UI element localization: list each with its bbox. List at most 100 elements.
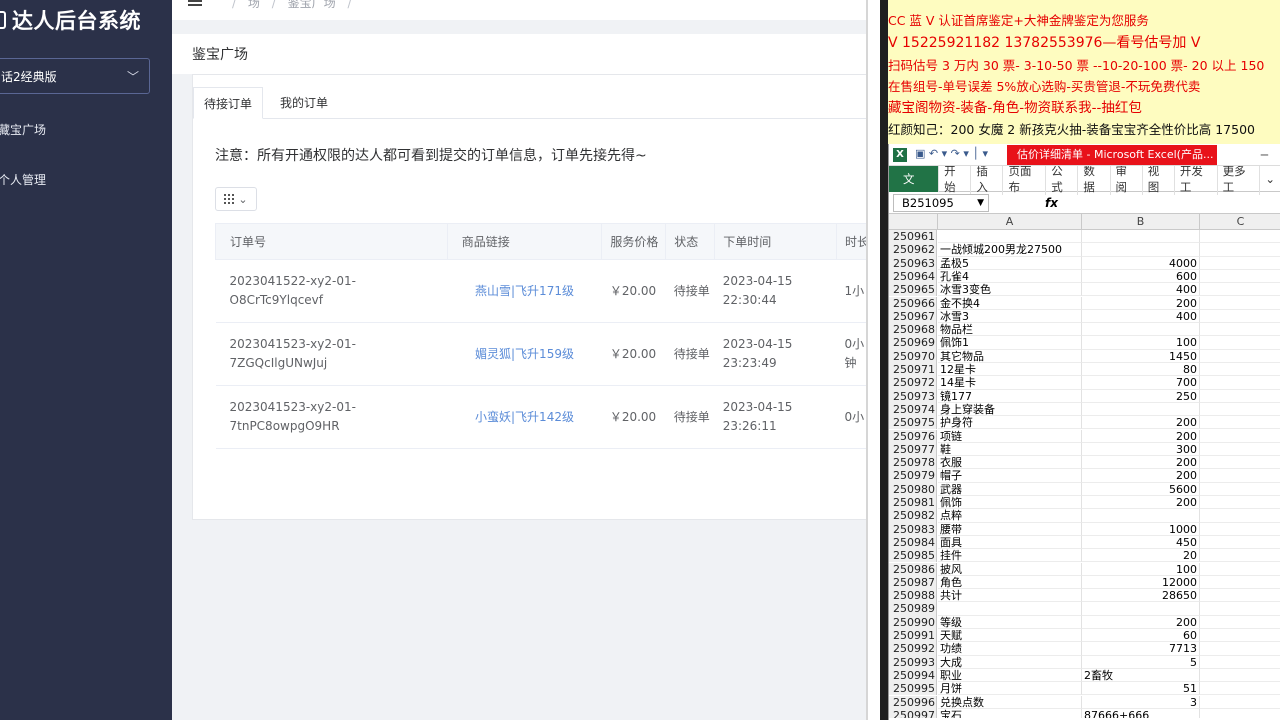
cell-b[interactable] (1082, 402, 1200, 417)
cell-c[interactable] (1200, 230, 1280, 244)
row-number[interactable]: 250973 (889, 389, 937, 403)
cell-c[interactable] (1200, 483, 1280, 496)
cell-c[interactable] (1200, 363, 1280, 377)
cell-c[interactable] (1200, 709, 1280, 718)
cell-c[interactable] (1200, 509, 1280, 523)
cell-a[interactable]: 金不换4 (938, 296, 1082, 310)
cell-c[interactable] (1200, 469, 1280, 483)
cell-a[interactable]: 天赋 (938, 629, 1082, 643)
cell-b[interactable]: 200 (1082, 296, 1200, 310)
cell-a[interactable]: 身上穿装备 (938, 402, 1082, 417)
cell-b[interactable] (1082, 243, 1200, 257)
cell-c[interactable] (1200, 536, 1280, 550)
row-number[interactable]: 250970 (889, 349, 937, 363)
cell-c[interactable] (1200, 297, 1280, 310)
quick-access-toolbar[interactable]: ▣ ↶ ▾ ↷ ▾ │ ▾ (915, 147, 988, 160)
ribbon-tab[interactable]: 更多工 (1218, 162, 1261, 195)
product-link[interactable]: 燕山雪|飞升171级 (447, 259, 602, 323)
cell-a[interactable]: 面具 (938, 535, 1082, 550)
row-number[interactable]: 250996 (889, 695, 937, 709)
row-number[interactable]: 250987 (889, 575, 937, 590)
row-number[interactable]: 250989 (889, 602, 937, 616)
cell-a[interactable]: 共计 (938, 589, 1082, 603)
cell-c[interactable] (1200, 682, 1280, 696)
cell-a[interactable]: 护身符 (938, 416, 1082, 430)
cell-a[interactable]: 项链 (938, 429, 1082, 443)
row-number[interactable]: 250963 (889, 256, 937, 270)
spreadsheet-grid[interactable]: A B C 250961 250962 一战倾城200男龙27500 250963 孟极… (889, 214, 1280, 718)
cell-c[interactable] (1200, 616, 1280, 629)
cell-a[interactable]: 孟极5 (938, 256, 1082, 270)
row-number[interactable]: 250961 (889, 230, 937, 244)
row-number[interactable]: 250972 (889, 376, 937, 390)
row-number[interactable]: 250980 (889, 482, 937, 496)
cell-b[interactable]: 5 (1082, 655, 1200, 669)
cell-c[interactable] (1200, 403, 1280, 417)
cell-b[interactable]: 200 (1082, 469, 1200, 483)
product-link[interactable]: 小蛮妖|飞升142级 (447, 385, 602, 449)
ribbon-tab[interactable]: 开始 (939, 162, 972, 195)
cell-a[interactable]: 其它物品 (938, 349, 1082, 363)
row-number[interactable]: 250981 (889, 496, 937, 510)
column-header-b[interactable]: B (1082, 214, 1200, 230)
row-number[interactable]: 250991 (889, 629, 937, 643)
ribbon-tab[interactable]: 开发工 (1175, 162, 1218, 195)
cell-a[interactable]: 镜177 (938, 389, 1082, 403)
cell-b[interactable]: 2畜牧 (1082, 668, 1200, 683)
tab-pending-orders[interactable]: 待接订单 (193, 87, 263, 119)
tab-my-orders[interactable]: 我的订单 (269, 87, 339, 119)
cell-b[interactable]: 400 (1082, 309, 1200, 324)
column-header-a[interactable]: A (938, 214, 1082, 230)
cell-c[interactable] (1200, 323, 1280, 337)
cell-b[interactable] (1082, 602, 1200, 616)
minimize-icon[interactable]: ─ (1261, 148, 1268, 162)
cell-a[interactable]: 衣服 (938, 456, 1082, 470)
cell-c[interactable] (1200, 336, 1280, 350)
column-header-c[interactable]: C (1200, 214, 1280, 230)
ribbon-tab-file[interactable]: 文件 (889, 165, 940, 212)
cell-c[interactable] (1200, 416, 1280, 430)
row-number[interactable]: 250995 (889, 682, 937, 696)
row-number[interactable]: 250967 (889, 309, 937, 324)
cell-c[interactable] (1200, 310, 1280, 324)
row-number[interactable]: 250988 (889, 589, 937, 603)
cell-b[interactable]: 51 (1082, 682, 1200, 696)
cell-b[interactable]: 100 (1082, 336, 1200, 350)
row-number[interactable]: 250983 (889, 522, 937, 536)
cell-b[interactable]: 3 (1082, 695, 1200, 709)
row-number[interactable]: 250978 (889, 456, 937, 470)
row-number[interactable]: 250993 (889, 655, 937, 669)
sidebar-item-personal[interactable]: 个人管理 (0, 171, 46, 188)
row-number[interactable]: 250992 (889, 642, 937, 656)
cell-c[interactable] (1200, 350, 1280, 363)
row-number[interactable]: 250975 (889, 416, 937, 430)
cell-a[interactable]: 12星卡 (938, 363, 1082, 377)
ribbon-tab[interactable]: 审阅 (1111, 162, 1143, 195)
row-number[interactable]: 250965 (889, 283, 937, 297)
cell-b[interactable]: 400 (1082, 283, 1200, 297)
select-all-corner[interactable] (889, 214, 938, 230)
cell-b[interactable]: 200 (1082, 429, 1200, 443)
cell-b[interactable] (1082, 509, 1200, 523)
cell-c[interactable] (1200, 523, 1280, 536)
cell-a[interactable]: 宝石 (938, 708, 1082, 718)
cell-b[interactable]: 600 (1082, 269, 1200, 284)
cell-c[interactable] (1200, 602, 1280, 616)
cell-b[interactable] (1082, 323, 1200, 337)
row-number[interactable]: 250962 (889, 243, 937, 257)
cell-b[interactable]: 200 (1082, 496, 1200, 510)
cell-c[interactable] (1200, 589, 1280, 603)
row-number[interactable]: 250990 (889, 615, 937, 629)
cell-b[interactable]: 100 (1082, 562, 1200, 576)
row-number[interactable]: 250977 (889, 442, 937, 457)
cell-a[interactable]: 腰带 (938, 522, 1082, 536)
cell-b[interactable]: 20 (1082, 549, 1200, 563)
cell-a[interactable]: 月饼 (938, 682, 1082, 696)
cell-b[interactable]: 4000 (1082, 256, 1200, 270)
cell-a[interactable]: 冰雪3变色 (938, 283, 1082, 297)
cell-c[interactable] (1200, 283, 1280, 297)
cell-b[interactable]: 200 (1082, 416, 1200, 430)
cell-c[interactable] (1200, 243, 1280, 257)
cell-b[interactable]: 1000 (1082, 522, 1200, 536)
ribbon-tab[interactable]: 插入 (971, 162, 1004, 195)
